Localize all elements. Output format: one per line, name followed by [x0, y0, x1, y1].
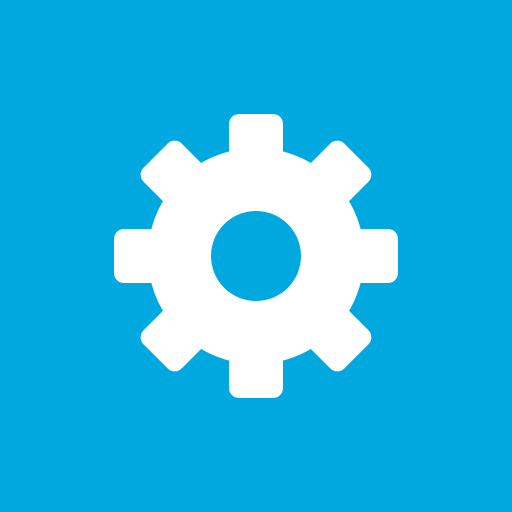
- settings-app-tile[interactable]: [0, 0, 512, 512]
- gear-icon: [0, 0, 512, 512]
- gear-hole: [211, 211, 301, 301]
